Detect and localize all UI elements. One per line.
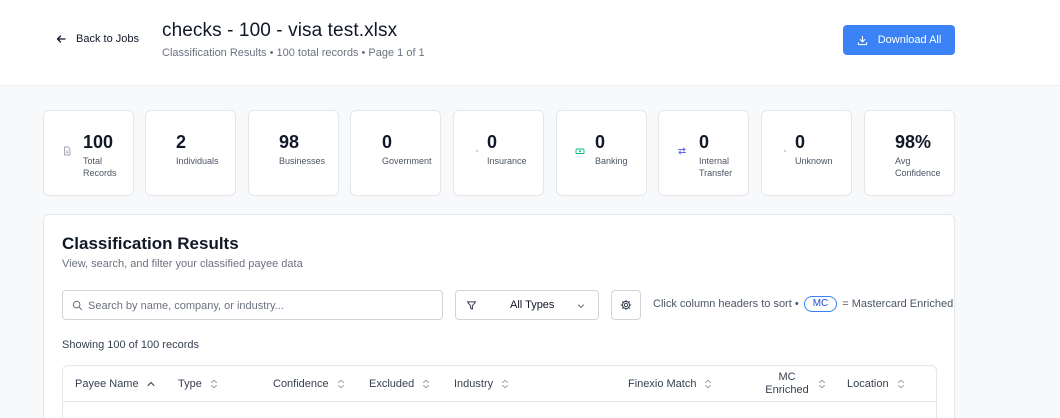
dot-icon: [472, 146, 482, 156]
sort-icon: [705, 379, 712, 389]
page-subtitle: Classification Results • 100 total recor…: [162, 47, 425, 59]
table-header: Payee Name Type Confidence Excluded Indu…: [63, 366, 936, 402]
filter-icon: [466, 301, 477, 310]
mc-badge: MC: [803, 296, 838, 312]
column-header-payee-name[interactable]: Payee Name: [75, 366, 155, 402]
download-all-label[interactable]: Download All: [878, 34, 942, 46]
chevron-down-icon: [577, 304, 585, 309]
document-icon: [62, 146, 72, 156]
banknote-icon: [575, 146, 585, 156]
stat-label: Avg Confidence: [895, 156, 941, 178]
sort-asc-icon: [147, 381, 155, 387]
stat-card-individuals: 2 Individuals: [145, 110, 236, 196]
search-box[interactable]: [62, 290, 443, 320]
column-header-location[interactable]: Location: [847, 366, 905, 402]
column-header-industry[interactable]: Industry: [454, 366, 509, 402]
stat-label: Banking: [595, 156, 628, 166]
column-header-confidence[interactable]: Confidence: [273, 366, 345, 402]
record-count: Showing 100 of 100 records: [62, 339, 199, 351]
stat-value: 0: [487, 132, 498, 152]
stat-card-total-records: 100 Total Records: [43, 110, 134, 196]
stat-label: Insurance: [487, 156, 527, 166]
stat-card-insurance: 0 Insurance: [453, 110, 544, 196]
sort-hint-text: Click column headers to sort •: [653, 298, 799, 310]
sort-icon: [337, 379, 344, 389]
stat-card-government: 0 Government: [350, 110, 441, 196]
classification-results-card: Classification Results View, search, and…: [43, 214, 955, 418]
download-icon: [857, 35, 867, 45]
column-label[interactable]: Finexio Match: [628, 378, 696, 390]
stat-label: Government: [382, 156, 432, 166]
stat-value: 0: [595, 132, 606, 152]
column-label[interactable]: Excluded: [369, 378, 414, 390]
stat-label: Total Records: [83, 156, 117, 178]
sort-hint: Click column headers to sort • MC = Mast…: [653, 296, 953, 312]
page-header: Back to Jobs checks - 100 - visa test.xl…: [0, 0, 1060, 86]
transfer-arrows-icon: [677, 146, 687, 156]
stat-card-unknown: 0 Unknown: [761, 110, 852, 196]
search-input[interactable]: [88, 297, 428, 314]
stat-label: Individuals: [176, 156, 219, 166]
stat-value: 2: [176, 132, 187, 152]
column-header-mc-enriched[interactable]: MC Enriched: [764, 366, 826, 402]
type-filter-value[interactable]: All Types: [510, 299, 554, 311]
stat-value: 98%: [895, 132, 932, 152]
gear-icon: [620, 299, 632, 311]
stat-value: 98: [279, 132, 300, 152]
column-header-type[interactable]: Type: [178, 366, 218, 402]
results-table: Payee Name Type Confidence Excluded Indu…: [62, 365, 937, 418]
download-all-button[interactable]: Download All: [843, 25, 955, 55]
column-header-excluded[interactable]: Excluded: [369, 366, 430, 402]
column-label[interactable]: Payee Name: [75, 378, 139, 390]
results-title: Classification Results: [62, 234, 239, 253]
stat-card-avg-confidence: 98% Avg Confidence: [864, 110, 955, 196]
stat-label: Internal Transfer: [699, 156, 733, 178]
sort-icon: [897, 379, 904, 389]
column-label[interactable]: MC Enriched: [764, 371, 810, 397]
stat-label: Unknown: [795, 156, 833, 166]
mc-legend-text: = Mastercard Enriched: [842, 298, 954, 310]
stat-value: 0: [795, 132, 806, 152]
column-label[interactable]: Location: [847, 378, 889, 390]
dot-icon: [780, 146, 790, 156]
back-to-jobs-link[interactable]: Back to Jobs: [55, 33, 139, 45]
column-label[interactable]: Type: [178, 378, 202, 390]
column-label[interactable]: Industry: [454, 378, 493, 390]
column-label[interactable]: Confidence: [273, 378, 329, 390]
results-subtitle: View, search, and filter your classified…: [62, 258, 303, 270]
column-settings-button[interactable]: [611, 290, 641, 320]
stat-card-businesses: 98 Businesses: [248, 110, 339, 196]
column-header-finexio-match[interactable]: Finexio Match: [628, 366, 712, 402]
stat-label: Businesses: [279, 156, 326, 166]
page-title: checks - 100 - visa test.xlsx: [162, 20, 398, 41]
stat-value: 100: [83, 132, 114, 152]
stat-card-internal-transfer: 0 Internal Transfer: [658, 110, 749, 196]
search-icon: [72, 300, 83, 311]
sort-icon: [423, 379, 430, 389]
stat-value: 0: [699, 132, 710, 152]
arrow-left-icon: [56, 35, 66, 43]
stat-card-banking: 0 Banking: [556, 110, 647, 196]
sort-icon: [819, 379, 825, 389]
sort-icon: [502, 379, 509, 389]
sort-icon: [210, 379, 217, 389]
type-filter-select[interactable]: All Types: [455, 290, 599, 320]
back-label[interactable]: Back to Jobs: [76, 33, 139, 45]
stat-value: 0: [382, 132, 393, 152]
